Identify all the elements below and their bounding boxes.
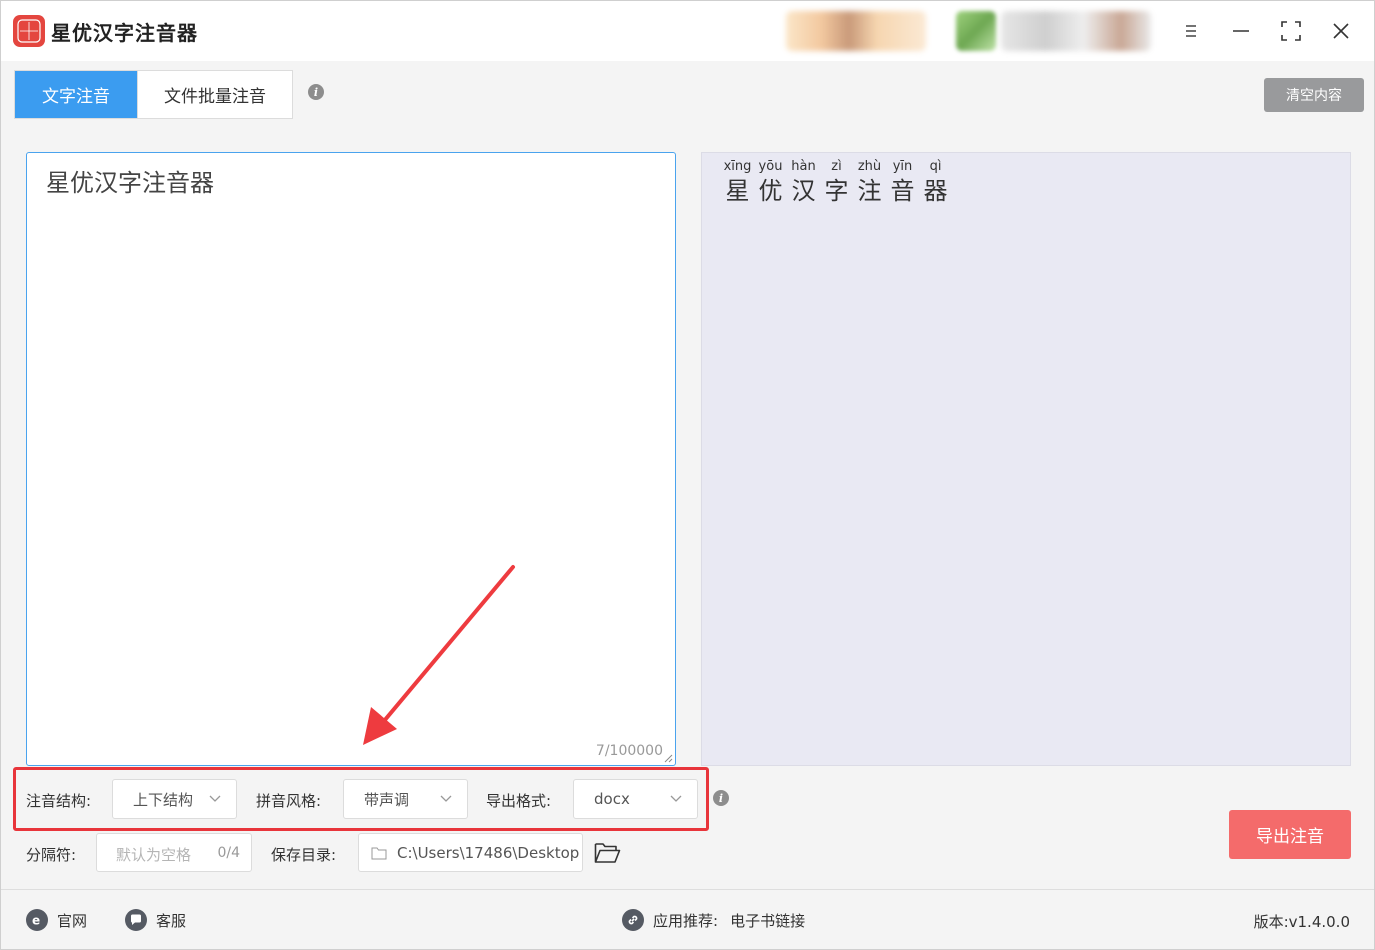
pinyin-style-value: 带声调 bbox=[364, 790, 410, 809]
recommend-label: 应用推荐: bbox=[653, 911, 719, 930]
maximize-icon[interactable] bbox=[1276, 16, 1306, 46]
support-link[interactable]: 客服 bbox=[125, 909, 186, 931]
menu-icon[interactable] bbox=[1176, 16, 1206, 46]
browser-e-icon: e bbox=[26, 909, 48, 931]
export-annotation-button[interactable]: 导出注音 bbox=[1229, 810, 1351, 859]
blurred-account-name bbox=[1001, 11, 1151, 51]
blurred-avatar bbox=[956, 11, 996, 51]
pinyin-text: zhù bbox=[857, 159, 882, 174]
website-link[interactable]: e 官网 bbox=[26, 909, 87, 931]
separator-counter: 0/4 bbox=[217, 845, 240, 861]
hanzi-text: 汉 bbox=[791, 177, 816, 205]
hanzi-text: 器 bbox=[923, 177, 948, 205]
clear-content-button[interactable]: 清空内容 bbox=[1264, 78, 1364, 112]
version-text: 版本:v1.4.0.0 bbox=[1253, 913, 1350, 931]
hanzi-text: 音 bbox=[890, 177, 915, 205]
recommend-link[interactable]: 电子书链接 bbox=[730, 910, 805, 931]
app-logo-icon bbox=[13, 15, 45, 47]
pinyin-cell: zhù 注 bbox=[853, 158, 886, 206]
char-counter: 7/100000 bbox=[595, 743, 663, 759]
pinyin-style-select[interactable]: 带声调 bbox=[343, 779, 468, 819]
pinyin-text: qì bbox=[929, 159, 942, 174]
text-input-area[interactable]: 星优汉字注音器 7/100000 bbox=[26, 152, 676, 766]
app-title: 星优汉字注音器 bbox=[51, 21, 198, 45]
pinyin-preview: xīng 星 yōu 优 hàn 汉 zì 字 zhù 注 yīn 音 qì 器 bbox=[701, 152, 1351, 766]
save-dir-input[interactable]: C:\Users\17486\Desktop bbox=[358, 833, 583, 872]
pinyin-cell: zì 字 bbox=[820, 158, 853, 206]
title-bar: 星优汉字注音器 bbox=[1, 1, 1374, 61]
separator-placeholder: 默认为空格 bbox=[116, 846, 192, 864]
pinyin-row: xīng 星 yōu 优 hàn 汉 zì 字 zhù 注 yīn 音 qì 器 bbox=[721, 158, 952, 206]
website-label: 官网 bbox=[57, 911, 88, 930]
pinyin-cell: xīng 星 bbox=[721, 158, 754, 206]
hanzi-text: 字 bbox=[824, 177, 849, 205]
pinyin-text: xīng bbox=[723, 159, 752, 174]
folder-open-icon[interactable] bbox=[594, 841, 621, 865]
pinyin-cell: yōu 优 bbox=[754, 158, 787, 206]
pinyin-text: zì bbox=[831, 159, 842, 174]
chat-bubble-icon bbox=[125, 909, 147, 931]
pinyin-cell: qì 器 bbox=[919, 158, 952, 206]
app-recommend: 应用推荐: 电子书链接 bbox=[622, 909, 805, 931]
editor-text: 星优汉字注音器 bbox=[46, 169, 214, 197]
footer: e 官网 客服 应用推荐: 电子书链接 版本:v1.4.0.0 bbox=[1, 889, 1374, 949]
save-dir-label: 保存目录: bbox=[271, 846, 337, 864]
pinyin-style-label: 拼音风格: bbox=[256, 792, 322, 810]
pinyin-text: yōu bbox=[758, 159, 783, 174]
app-window: 星优汉字注音器 文字注音 文件批量注音 i 清空内容 星优汉字注音器 7/100… bbox=[0, 0, 1375, 950]
svg-text:e: e bbox=[32, 914, 40, 928]
pinyin-text: hàn bbox=[791, 159, 816, 174]
resize-grip-icon[interactable] bbox=[663, 753, 673, 763]
info-icon[interactable]: i bbox=[713, 790, 729, 806]
folder-icon bbox=[371, 847, 387, 860]
export-format-label: 导出格式: bbox=[486, 792, 552, 810]
tab-text-annotation[interactable]: 文字注音 bbox=[15, 71, 137, 118]
chevron-down-icon bbox=[670, 795, 682, 802]
export-format-select[interactable]: docx bbox=[573, 779, 698, 819]
structure-value: 上下结构 bbox=[133, 790, 194, 809]
tab-batch-file-annotation[interactable]: 文件批量注音 bbox=[137, 71, 292, 118]
structure-select[interactable]: 上下结构 bbox=[112, 779, 237, 819]
save-dir-value: C:\Users\17486\Desktop bbox=[397, 844, 580, 862]
support-label: 客服 bbox=[156, 911, 187, 930]
chevron-down-icon bbox=[440, 795, 452, 802]
chevron-down-icon bbox=[209, 795, 221, 802]
minimize-icon[interactable] bbox=[1226, 16, 1256, 46]
link-icon bbox=[622, 909, 644, 931]
blurred-user-info bbox=[786, 11, 926, 51]
pinyin-cell: hàn 汉 bbox=[787, 158, 820, 206]
export-format-value: docx bbox=[594, 790, 630, 808]
info-icon[interactable]: i bbox=[308, 84, 324, 100]
pinyin-text: yīn bbox=[892, 159, 913, 174]
close-icon[interactable] bbox=[1326, 16, 1356, 46]
mode-tabs: 文字注音 文件批量注音 bbox=[14, 70, 293, 119]
hanzi-text: 优 bbox=[758, 177, 783, 205]
separator-input[interactable]: 默认为空格 0/4 bbox=[96, 833, 252, 872]
hanzi-text: 星 bbox=[725, 177, 750, 205]
separator-label: 分隔符: bbox=[26, 846, 77, 864]
pinyin-cell: yīn 音 bbox=[886, 158, 919, 206]
hanzi-text: 注 bbox=[857, 177, 882, 205]
structure-label: 注音结构: bbox=[26, 792, 92, 810]
